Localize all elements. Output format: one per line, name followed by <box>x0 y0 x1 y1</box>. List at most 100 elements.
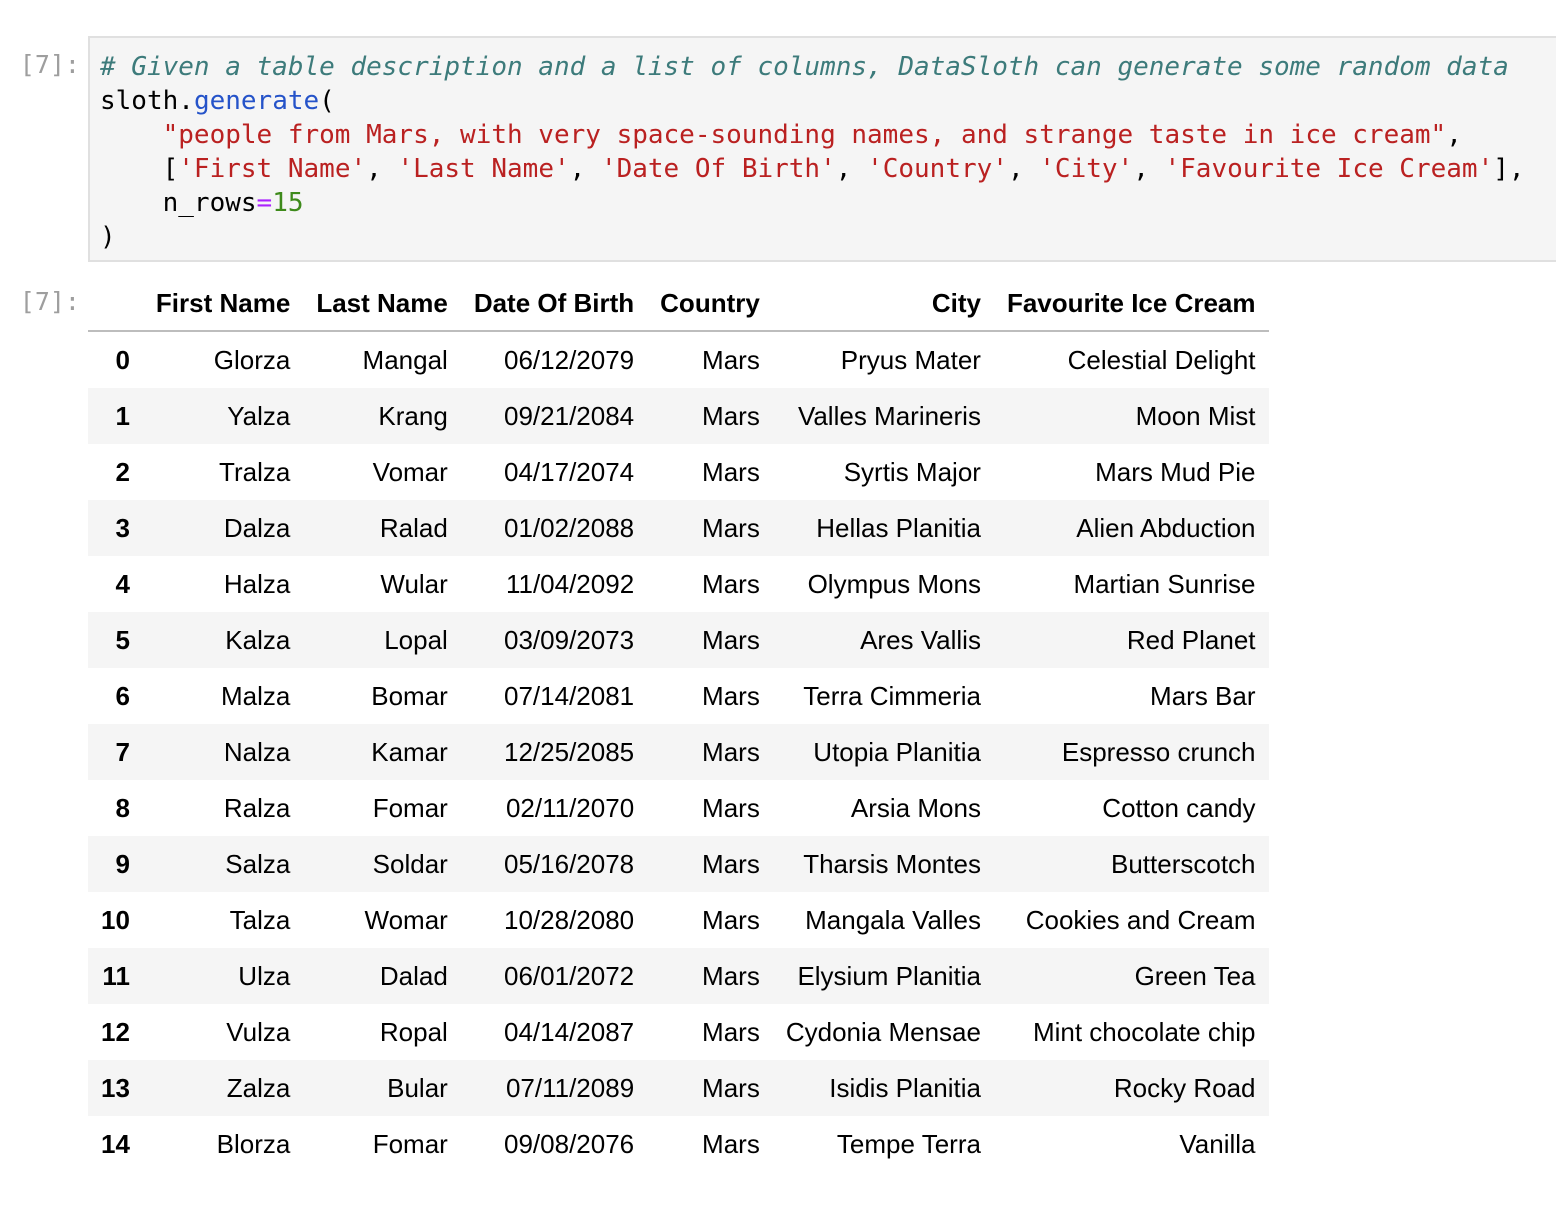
table-row: 12 Vulza Ropal 04/14/2087 Mars Cydonia Mensae… <box>88 1004 1269 1060</box>
table-cell: Womar <box>364 904 448 935</box>
table-row: 6 Malza Bomar 07/14/2081 Mars Terra Cimmeria M… <box>88 668 1269 724</box>
code-cell[interactable]: # Given a table description and a list o… <box>88 36 1556 262</box>
table-cell: 02/11/2070 <box>505 792 635 823</box>
row-index: 12 <box>101 1016 130 1047</box>
table-cell: Valles Marineris <box>797 400 981 431</box>
code-description-string: "people from Mars, with very space-sound… <box>162 120 1447 150</box>
table-cell: Talza <box>229 904 291 935</box>
row-index: 1 <box>115 400 130 431</box>
table-row: 14 Blorza Fomar 09/08/2076 Mars Tempe Terra Va… <box>88 1116 1269 1172</box>
table-cell: Glorza <box>213 344 291 375</box>
table-cell: Fomar <box>372 792 448 823</box>
table-cell: Lopal <box>384 624 448 655</box>
table-cell: Mars <box>702 792 760 823</box>
table-cell: 12/25/2085 <box>504 736 635 767</box>
table-cell: Mars <box>702 1072 760 1103</box>
table-cell: Yalza <box>227 400 291 431</box>
table-cell: 04/14/2087 <box>504 1016 635 1047</box>
table-cell: Elysium Planitia <box>797 960 981 991</box>
table-cell: Mangala Valles <box>805 904 981 935</box>
table-cell: Mint chocolate chip <box>1032 1016 1256 1047</box>
code-column-string: 'Date Of Birth' <box>600 154 836 184</box>
code-function: generate <box>193 86 320 116</box>
dataframe-table: First Name Last Name Date Of Birth Country C… <box>88 276 1269 1172</box>
table-cell: Ralza <box>223 792 291 823</box>
table-cell: Isidis Planitia <box>829 1072 981 1103</box>
table-row: 10 Talza Womar 10/28/2080 Mars Mangala Valles… <box>88 892 1269 948</box>
table-cell: Olympus Mons <box>807 568 981 599</box>
table-cell: Mars <box>702 680 760 711</box>
code-kwarg-value: 15 <box>272 188 304 218</box>
table-cell: Mars <box>702 512 760 543</box>
code-column-string: 'Country' <box>867 154 1008 184</box>
column-header: Date Of Birth <box>460 276 648 332</box>
table-cell: Zalza <box>226 1072 291 1103</box>
table-cell: Kamar <box>371 736 448 767</box>
table-cell: 06/01/2072 <box>504 960 635 991</box>
table-cell: Mars <box>702 1128 760 1159</box>
table-cell: Rocky Road <box>1113 1072 1256 1103</box>
code-list-open: [ <box>162 154 179 184</box>
table-body: 0 Glorza Mangal 06/12/2079 Mars Pryus Mater Ce… <box>88 331 1269 1172</box>
table-cell: 07/14/2081 <box>504 680 635 711</box>
table-cell: Mars Mud Pie <box>1095 456 1256 487</box>
table-cell: Krang <box>378 400 448 431</box>
table-cell: Bomar <box>371 680 448 711</box>
input-prompt: [7]: <box>19 50 80 79</box>
table-cell: Red Planet <box>1126 624 1256 655</box>
table-cell: Mars <box>702 848 760 879</box>
table-cell: Fomar <box>372 1128 448 1159</box>
table-cell: Wular <box>380 568 448 599</box>
code-separator: , <box>1133 154 1165 184</box>
table-row: 5 Kalza Lopal 03/09/2073 Mars Ares Vallis Red … <box>88 612 1269 668</box>
table-cell: Malza <box>220 680 291 711</box>
table-cell: Dalza <box>223 512 291 543</box>
code-separator: , <box>1007 154 1040 184</box>
code-comment: # Given a table description and a list o… <box>100 52 1509 82</box>
table-cell: Cydonia Mensae <box>785 1016 981 1047</box>
row-index: 10 <box>101 904 130 935</box>
table-cell: Green Tea <box>1134 960 1256 991</box>
table-cell: Pryus Mater <box>840 344 981 375</box>
row-index: 13 <box>101 1072 130 1103</box>
table-cell: Mars <box>702 400 760 431</box>
table-cell: Terra Cimmeria <box>803 680 981 711</box>
table-row: 9 Salza Soldar 05/16/2078 Mars Tharsis Montes… <box>88 836 1269 892</box>
table-cell: Mars <box>702 904 760 935</box>
table-row: 3 Dalza Ralad 01/02/2088 Mars Hellas Planitia… <box>88 500 1269 556</box>
code-column-string: 'Favourite Ice Cream' <box>1164 154 1494 184</box>
table-row: 11 Ulza Dalad 06/01/2072 Mars Elysium Planiti… <box>88 948 1269 1004</box>
table-cell: Mars <box>702 624 760 655</box>
table-cell: 05/16/2078 <box>504 848 635 879</box>
table-row: 13 Zalza Bular 07/11/2089 Mars Isidis Planiti… <box>88 1060 1269 1116</box>
table-row: 2 Tralza Vomar 04/17/2074 Mars Syrtis Major Ma… <box>88 444 1269 500</box>
table-cell: Mars <box>702 736 760 767</box>
table-cell: Mars <box>702 344 760 375</box>
table-cell: Mars <box>702 568 760 599</box>
code-column-string: 'First Name' <box>178 154 367 184</box>
code-kwarg-name: n_rows <box>162 188 257 218</box>
column-header: Favourite Ice Cream <box>993 276 1269 332</box>
row-index: 0 <box>115 344 130 375</box>
table-cell: Mars <box>702 960 760 991</box>
table-cell: Nalza <box>223 736 291 767</box>
table-cell: Moon Mist <box>1135 400 1256 431</box>
column-header: First Name <box>142 276 304 332</box>
table-cell: 04/17/2074 <box>504 456 635 487</box>
table-row: 0 Glorza Mangal 06/12/2079 Mars Pryus Mater Ce… <box>88 331 1269 388</box>
code-separator: , <box>835 154 868 184</box>
table-cell: Hellas Planitia <box>816 512 981 543</box>
row-index: 11 <box>102 960 130 991</box>
row-index: 4 <box>115 568 130 599</box>
table-row: 1 Yalza Krang 09/21/2084 Mars Valles Marineri… <box>88 388 1269 444</box>
code-editor[interactable]: # Given a table description and a list o… <box>100 50 1525 254</box>
code-equals: = <box>256 188 273 218</box>
table-cell: 07/11/2089 <box>505 1072 635 1103</box>
table-row: 8 Ralza Fomar 02/11/2070 Mars Arsia Mons Cotto… <box>88 780 1269 836</box>
table-cell: Alien Abduction <box>1076 512 1256 543</box>
table-cell: Ropal <box>379 1016 448 1047</box>
code-close-paren: ) <box>100 222 116 252</box>
